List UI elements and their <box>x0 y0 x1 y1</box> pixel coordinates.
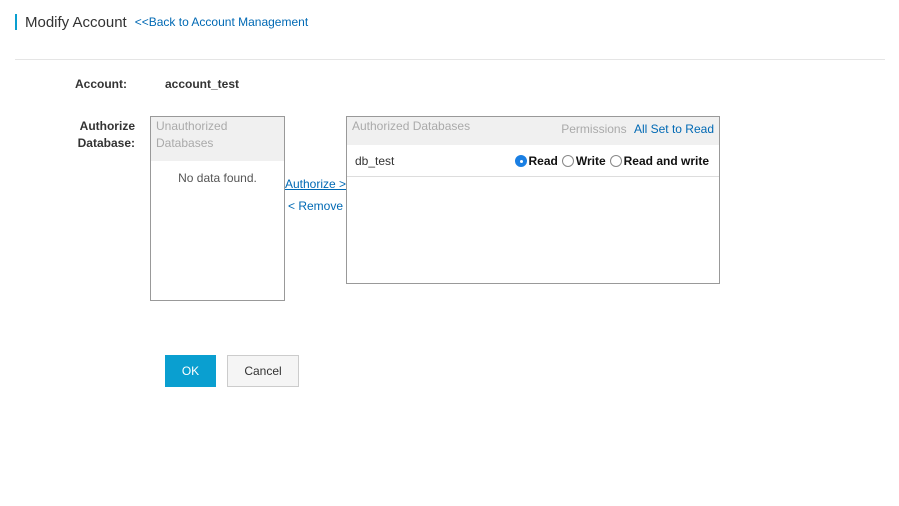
table-row: db_test Read Write Read and write <box>347 145 719 177</box>
radio-read-label: Read <box>528 153 558 168</box>
permissions-group: Permissions All Set to Read <box>561 118 714 138</box>
unauthorized-header-line1: Unauthorized <box>156 119 228 133</box>
radio-write-label: Write <box>575 153 606 168</box>
account-value: account_test <box>165 77 240 91</box>
cancel-button[interactable]: Cancel <box>227 355 299 387</box>
authorized-header-title: Authorized Databases <box>352 119 471 133</box>
authorize-label-line2: Database: <box>77 136 135 150</box>
remove-button[interactable]: < Remove <box>288 199 343 213</box>
radio-read-and-write[interactable]: Read and write <box>609 153 709 168</box>
account-label: Account: <box>75 77 127 91</box>
title-accent-bar <box>15 14 17 30</box>
ok-button[interactable]: OK <box>165 355 216 387</box>
radio-write[interactable]: Write <box>561 153 606 168</box>
radio-read[interactable]: Read <box>514 153 558 168</box>
db-name: db_test <box>355 153 395 168</box>
radio-read-and-write-icon[interactable] <box>609 154 622 167</box>
unauthorized-header: Unauthorized Databases <box>151 117 284 161</box>
unauthorized-databases-list: Unauthorized Databases No data found. <box>150 116 285 301</box>
divider <box>15 59 885 60</box>
authorized-header: Authorized Databases Permissions All Set… <box>347 117 719 145</box>
permission-radio-group: Read Write Read and write <box>511 153 709 168</box>
empty-message: No data found. <box>178 171 257 185</box>
radio-read-checked-icon[interactable] <box>514 154 527 167</box>
unauthorized-header-line2: Databases <box>156 136 214 150</box>
all-set-to-read-link[interactable]: All Set to Read <box>634 122 714 136</box>
title-bar: Modify Account <<Back to Account Managem… <box>15 12 308 32</box>
authorize-label-line1: Authorize <box>79 119 135 133</box>
back-to-account-management-link[interactable]: <<Back to Account Management <box>135 15 308 29</box>
authorized-databases-list: Authorized Databases Permissions All Set… <box>346 116 720 284</box>
radio-read-and-write-label: Read and write <box>623 153 709 168</box>
authorize-button[interactable]: Authorize > <box>285 177 346 191</box>
page-title: Modify Account <box>25 13 127 31</box>
authorize-database-label: Authorize Database: <box>60 118 135 152</box>
permissions-label: Permissions <box>561 122 627 136</box>
radio-write-icon[interactable] <box>561 154 574 167</box>
